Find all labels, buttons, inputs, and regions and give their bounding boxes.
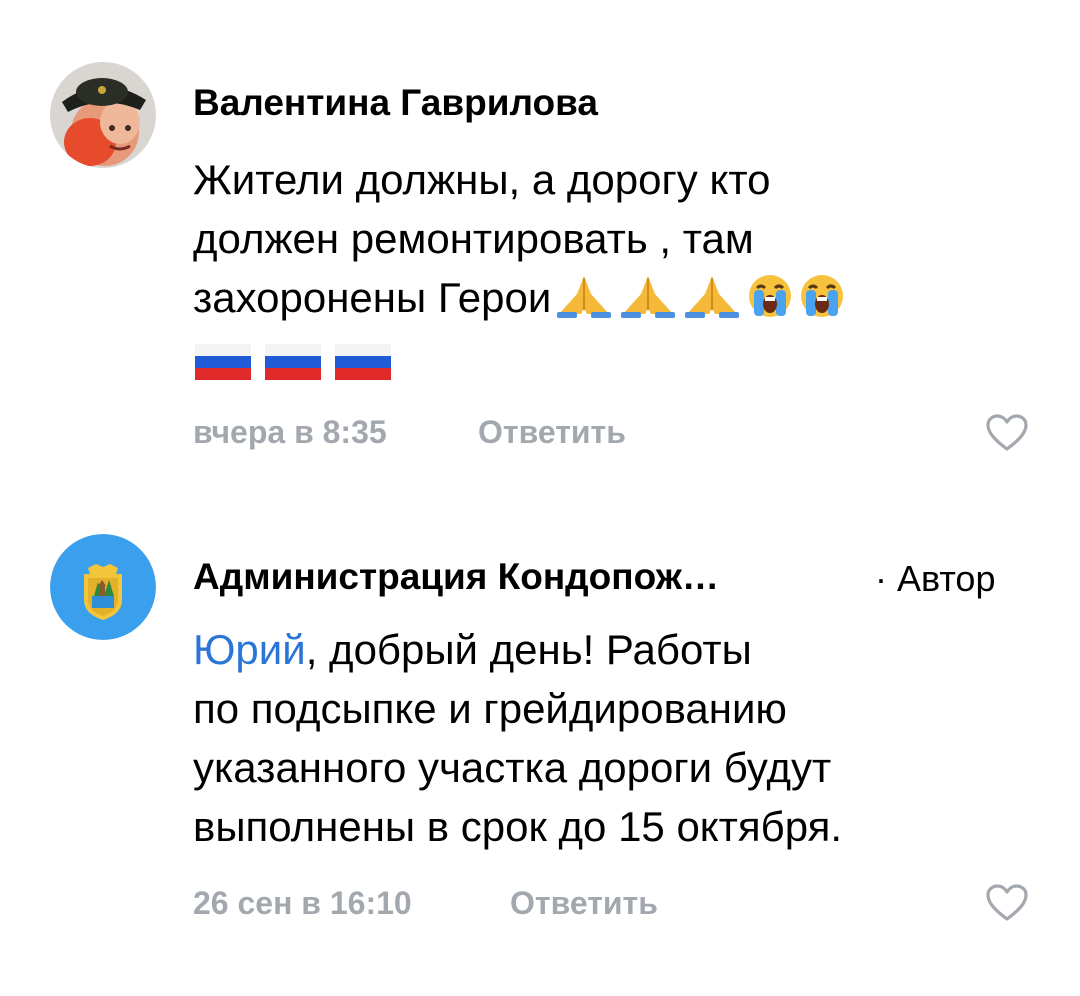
- comment-text-line: должен ремонтировать , там: [193, 215, 754, 262]
- comment-author[interactable]: Администрация Кондопож…: [193, 556, 853, 598]
- comment-author[interactable]: Валентина Гаврилова: [193, 82, 598, 124]
- comment-text-line-content: захоронены Герои: [193, 274, 552, 321]
- comment-text-line: Жители должны, а дорогу кто: [193, 156, 771, 203]
- reply-button[interactable]: Ответить: [510, 885, 658, 922]
- comment-text-line: выполнены в срок до 15 октября.: [193, 803, 842, 850]
- user-photo-avatar[interactable]: [50, 62, 156, 168]
- author-badge: · Автор: [875, 558, 996, 599]
- comment-text: Юрий, добрый день! Работы по подсыпке и …: [193, 620, 1023, 856]
- comment-text-line-content: , добрый день! Работы: [305, 626, 752, 673]
- russia-flag-icon: [335, 344, 391, 380]
- crying-face-icon: [801, 275, 844, 317]
- comment-timestamp: вчера в 8:35: [193, 414, 387, 450]
- reply-button[interactable]: Ответить: [478, 414, 626, 451]
- comment-text-line: указанного участка дороги будут: [193, 744, 832, 791]
- mention-link[interactable]: Юрий: [193, 626, 306, 673]
- comment-item: Валентина Гаврилова Жители должны, а дор…: [0, 0, 1080, 480]
- comment-timestamp: 26 сен в 16:10: [193, 885, 412, 921]
- coat-of-arms-avatar[interactable]: [50, 534, 156, 640]
- comment-text-line: Юрий, добрый день! Работы: [193, 620, 1023, 679]
- crying-face-icon: [749, 275, 792, 317]
- heart-outline-icon[interactable]: [986, 884, 1028, 922]
- folded-hands-icon: [621, 276, 676, 318]
- russia-flag-icon: [265, 344, 321, 380]
- folded-hands-icon: [685, 276, 740, 318]
- comment-text: Жители должны, а дорогу кто должен ремон…: [193, 150, 1023, 327]
- russia-flag-icon: [195, 344, 251, 380]
- comment-text-line: захоронены Герои: [193, 268, 1023, 327]
- heart-outline-icon[interactable]: [986, 414, 1028, 452]
- comment-text-line: по подсыпке и грейдированию: [193, 685, 787, 732]
- folded-hands-icon: [557, 276, 612, 318]
- flag-emoji-row: [195, 343, 391, 383]
